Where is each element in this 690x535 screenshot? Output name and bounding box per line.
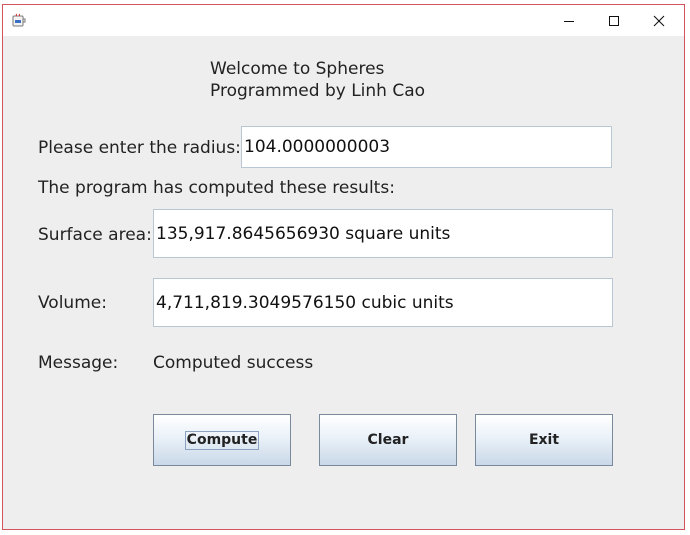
minimize-icon: [563, 20, 574, 22]
volume-label: Volume:: [38, 293, 107, 313]
author-text: Programmed by Linh Cao: [210, 81, 426, 101]
radius-input[interactable]: 104.0000000003: [241, 126, 612, 168]
clear-button[interactable]: Clear: [319, 414, 457, 466]
exit-button-label: Exit: [528, 432, 560, 448]
clear-button-label: Clear: [367, 432, 409, 448]
maximize-icon: [608, 15, 619, 26]
results-caption: The program has computed these results:: [38, 178, 395, 198]
java-coffee-icon: [12, 13, 27, 28]
message-value: Computed success: [153, 353, 314, 373]
surface-area-field[interactable]: 135,917.8645656930 square units: [153, 209, 613, 258]
content-pane: Welcome to Spheres Programmed by Linh Ca…: [3, 36, 684, 529]
surface-area-label: Surface area:: [38, 225, 152, 245]
message-label: Message:: [38, 353, 119, 373]
close-icon: [653, 15, 664, 26]
compute-button[interactable]: Compute: [153, 414, 291, 466]
app-window: Welcome to Spheres Programmed by Linh Ca…: [2, 4, 685, 530]
title-bar[interactable]: [3, 5, 684, 36]
volume-field[interactable]: 4,711,819.3049576150 cubic units: [153, 278, 613, 327]
maximize-button[interactable]: [591, 5, 636, 36]
exit-button[interactable]: Exit: [475, 414, 613, 466]
radius-label: Please enter the radius:: [38, 138, 241, 158]
close-button[interactable]: [636, 5, 681, 36]
welcome-text: Welcome to Spheres: [210, 59, 385, 79]
compute-button-label: Compute: [184, 430, 260, 450]
minimize-button[interactable]: [546, 5, 591, 36]
